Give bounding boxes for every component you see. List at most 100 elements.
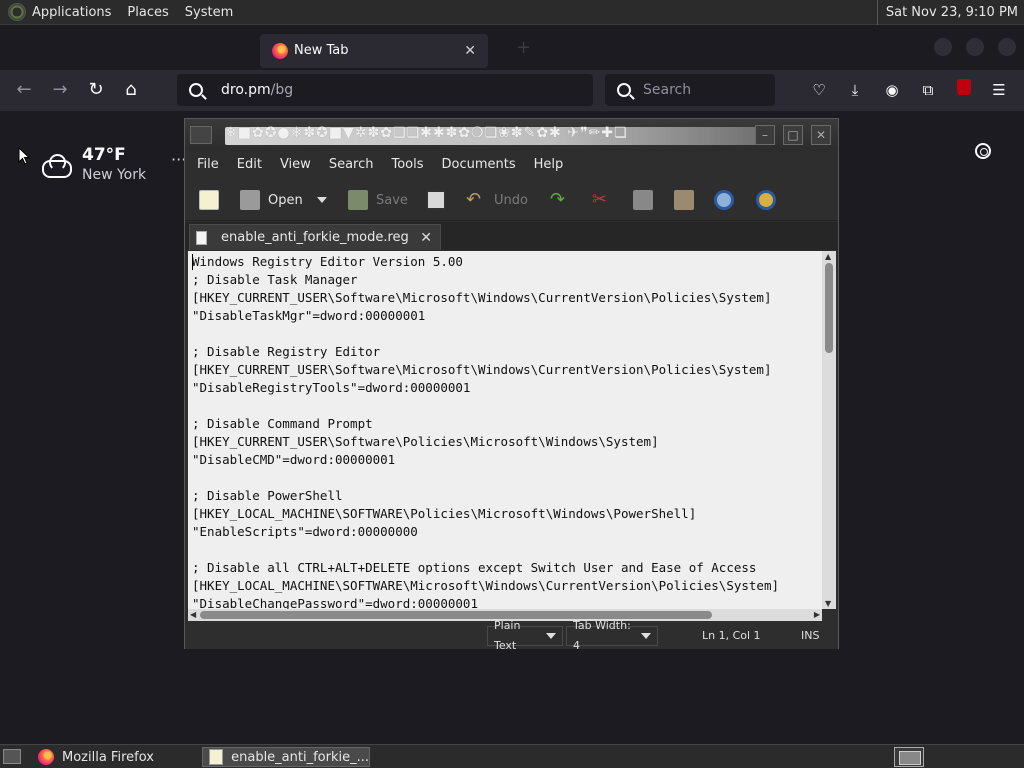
maximize-icon[interactable]: □ <box>783 125 803 145</box>
scroll-up-arrow-icon[interactable]: ▲ <box>825 252 831 261</box>
menu-search[interactable]: Search <box>329 157 374 172</box>
printer-icon <box>426 190 446 210</box>
panel-menu-applications[interactable]: Applications <box>32 5 111 20</box>
show-desktop-icon[interactable] <box>3 749 21 764</box>
url-path: /bg <box>270 82 294 98</box>
save-icon <box>348 190 368 210</box>
hamburger-menu-icon[interactable]: ☰ <box>988 79 1010 101</box>
vertical-scrollbar[interactable]: ▲ ▼ <box>822 251 836 609</box>
minimize-icon[interactable]: – <box>755 125 775 145</box>
vertical-scroll-thumb[interactable] <box>825 263 833 353</box>
scroll-down-arrow-icon[interactable]: ▼ <box>825 599 831 608</box>
settings-gear-icon[interactable] <box>975 143 991 159</box>
cut-button[interactable]: ✂ <box>592 189 620 211</box>
redo-button[interactable]: ↷ <box>550 189 578 211</box>
system-menu-icon[interactable] <box>8 3 26 21</box>
editor-line: ; Disable Task Manager <box>192 272 358 287</box>
menu-file[interactable]: File <box>197 157 219 172</box>
print-button[interactable] <box>426 189 454 211</box>
bottom-taskbar: Mozilla Firefox enable_anti_forkie_... <box>0 744 1024 768</box>
taskbar-item-label: Mozilla Firefox <box>62 749 154 765</box>
save-button[interactable]: Save <box>348 189 408 211</box>
copy-icon <box>633 190 653 210</box>
redo-arrow-icon: ↷ <box>550 189 566 210</box>
taskbar-item-label: enable_anti_forkie_... <box>231 749 369 765</box>
horizontal-scroll-thumb[interactable] <box>200 611 712 619</box>
close-window-button[interactable] <box>998 38 1016 56</box>
panel-clock[interactable]: Sat Nov 23, 9:10 PM <box>876 0 1024 25</box>
panel-menu-places[interactable]: Places <box>127 5 168 20</box>
new-document-button[interactable] <box>199 189 227 211</box>
menu-help[interactable]: Help <box>534 157 564 172</box>
menu-tools[interactable]: Tools <box>391 157 423 172</box>
undo-arrow-icon: ↶ <box>466 189 482 210</box>
account-icon[interactable]: ◉ <box>881 79 903 101</box>
chevron-down-icon[interactable] <box>316 197 327 203</box>
cursor-position: Ln 1, Col 1 <box>702 629 761 642</box>
forward-arrow-icon[interactable]: → <box>49 79 71 101</box>
tab-width-selector[interactable]: Tab Width: 4 <box>566 619 658 652</box>
find-button[interactable] <box>714 189 742 211</box>
new-document-icon <box>199 190 219 210</box>
browser-tab-new-tab[interactable]: New Tab ✕ <box>260 33 488 68</box>
url-bar[interactable]: dro.pm/bg <box>177 74 593 106</box>
menu-edit[interactable]: Edit <box>237 157 262 172</box>
pocket-icon[interactable]: ♡ <box>808 79 830 101</box>
workspace-switcher[interactable] <box>894 747 924 767</box>
document-tab[interactable]: enable_anti_forkie_mode.reg ✕ <box>189 224 441 250</box>
scissors-icon: ✂ <box>592 189 608 210</box>
editor-line: "DisableTaskMgr"=dword:00000001 <box>192 308 426 323</box>
chevron-down-icon <box>641 633 651 639</box>
text-editor[interactable]: Windows Registry Editor Version 5.00 ; Di… <box>188 251 822 609</box>
document-tab-label: enable_anti_forkie_mode.reg <box>221 230 409 245</box>
taskbar-item-firefox[interactable]: Mozilla Firefox <box>32 747 198 767</box>
reload-icon[interactable]: ↻ <box>85 79 107 101</box>
downloads-icon[interactable]: ⤓ <box>844 79 866 101</box>
copy-button[interactable] <box>633 189 661 211</box>
menu-documents[interactable]: Documents <box>442 157 516 172</box>
taskbar-item-gedit[interactable]: enable_anti_forkie_... <box>202 747 370 767</box>
editor-line: "DisableCMD"=dword:00000001 <box>192 452 396 467</box>
editor-line: ; Disable all CTRL+ALT+DELETE options ex… <box>192 560 757 575</box>
firefox-icon <box>272 42 288 59</box>
magnifier-icon <box>714 190 734 210</box>
back-arrow-icon[interactable]: ← <box>13 79 35 101</box>
top-panel: Applications Places System Sat Nov 23, 9… <box>0 0 1024 25</box>
close-document-icon[interactable]: ✕ <box>420 230 432 246</box>
menu-view[interactable]: View <box>280 157 311 172</box>
gedit-statusbar: Plain Text Tab Width: 4 Ln 1, Col 1 INS <box>185 619 838 652</box>
editor-line: ; Disable Command Prompt <box>192 416 373 431</box>
browser-nav-bar: ← → ↻ ⌂ dro.pm/bg Search ♡ ⤓ ◉ ⧉ ☰ <box>0 70 1024 111</box>
window-menu-icon[interactable] <box>190 126 212 144</box>
maximize-window-button[interactable] <box>966 38 984 56</box>
weather-widget[interactable]: 47°F New York <box>40 145 146 183</box>
gedit-menubar: File Edit View Search Tools Documents He… <box>185 151 838 177</box>
gedit-titlebar[interactable]: ❄■✿✪●❄✽✪■▼✲✽✿❑❏✱✱✽✿❍❏❀✽✎✿✱ ✈❞✏✚❏ – □ ✕ <box>185 119 838 151</box>
find-replace-button[interactable] <box>756 189 784 211</box>
cloud-icon <box>40 154 72 178</box>
language-selector[interactable]: Plain Text <box>487 619 563 652</box>
new-tab-plus-icon[interactable]: + <box>516 37 531 58</box>
minimize-window-button[interactable] <box>934 38 952 56</box>
cursor-arrow-icon <box>18 146 31 165</box>
ublock-icon[interactable] <box>953 79 975 101</box>
scroll-right-arrow-icon[interactable]: ▶ <box>814 610 820 619</box>
paste-button[interactable] <box>674 189 702 211</box>
open-button[interactable]: Open <box>240 189 327 211</box>
panel-menu-system[interactable]: System <box>185 5 233 20</box>
insert-mode: INS <box>801 629 820 642</box>
close-icon[interactable]: ✕ <box>811 125 831 145</box>
scroll-left-arrow-icon[interactable]: ◀ <box>190 610 196 619</box>
extensions-icon[interactable]: ⧉ <box>917 79 939 101</box>
home-icon[interactable]: ⌂ <box>120 79 142 101</box>
save-label: Save <box>376 192 408 208</box>
close-tab-icon[interactable]: ✕ <box>464 43 476 59</box>
browser-tab-background[interactable] <box>0 34 260 68</box>
search-bar[interactable]: Search <box>605 74 775 106</box>
undo-button[interactable]: ↶ Undo <box>466 189 528 211</box>
find-replace-icon <box>756 190 776 210</box>
document-tab-bar: enable_anti_forkie_mode.reg ✕ <box>185 222 838 250</box>
